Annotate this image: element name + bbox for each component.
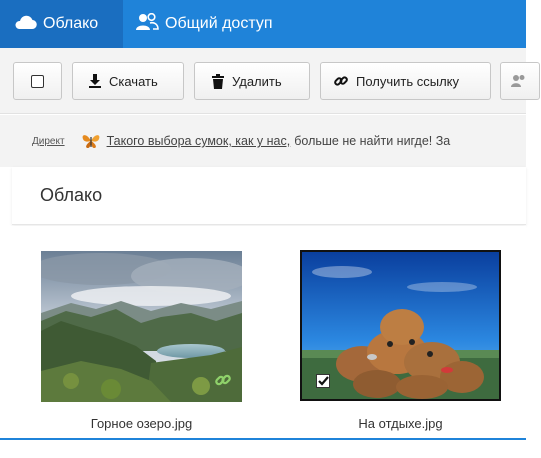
delete-label: Удалить	[232, 73, 282, 89]
tab-cloud-label: Облако	[43, 15, 99, 32]
top-nav: Облако Общий доступ	[0, 0, 526, 48]
delete-button[interactable]: Удалить	[194, 62, 310, 100]
get-link-label: Получить ссылку	[356, 73, 460, 89]
file-name[interactable]: Горное озеро.jpg	[41, 416, 242, 431]
folder-header: Облако	[12, 167, 526, 225]
checkbox-icon	[31, 74, 44, 88]
get-link-button[interactable]: Получить ссылку	[320, 62, 491, 100]
people-icon	[135, 12, 159, 36]
ad-bar: Директ Такого выбора сумок, как у нас, б…	[0, 115, 526, 167]
shared-link-icon	[215, 372, 231, 393]
file-thumbnail-mountain-lake[interactable]	[31, 251, 251, 402]
selected-checkbox-icon[interactable]	[316, 374, 330, 388]
select-all-button[interactable]	[13, 62, 62, 100]
file-name[interactable]: На отдыхе.jpg	[300, 416, 501, 431]
tab-shared-access-label: Общий доступ	[165, 15, 273, 32]
trash-icon	[212, 73, 224, 89]
download-label: Скачать	[109, 73, 158, 89]
download-button[interactable]: Скачать	[72, 62, 184, 100]
toolbar: Скачать Удалить Получить ссылку	[0, 48, 540, 114]
ad-link[interactable]: Такого выбора сумок, как у нас,	[107, 134, 291, 148]
download-icon	[89, 74, 101, 88]
file-thumbnail-vacation[interactable]	[300, 250, 501, 401]
cloud-icon	[13, 14, 37, 35]
ad-label[interactable]: Директ	[32, 136, 65, 147]
bottom-divider	[0, 438, 526, 440]
butterfly-icon	[81, 133, 101, 149]
link-icon	[334, 74, 348, 88]
tab-cloud[interactable]: Облако	[0, 0, 123, 48]
people-icon	[511, 74, 527, 88]
ad-text: больше не найти нигде! За	[294, 134, 451, 148]
tab-shared-access[interactable]: Общий доступ	[123, 0, 273, 48]
share-button[interactable]	[500, 62, 540, 100]
folder-title: Облако	[40, 185, 103, 205]
